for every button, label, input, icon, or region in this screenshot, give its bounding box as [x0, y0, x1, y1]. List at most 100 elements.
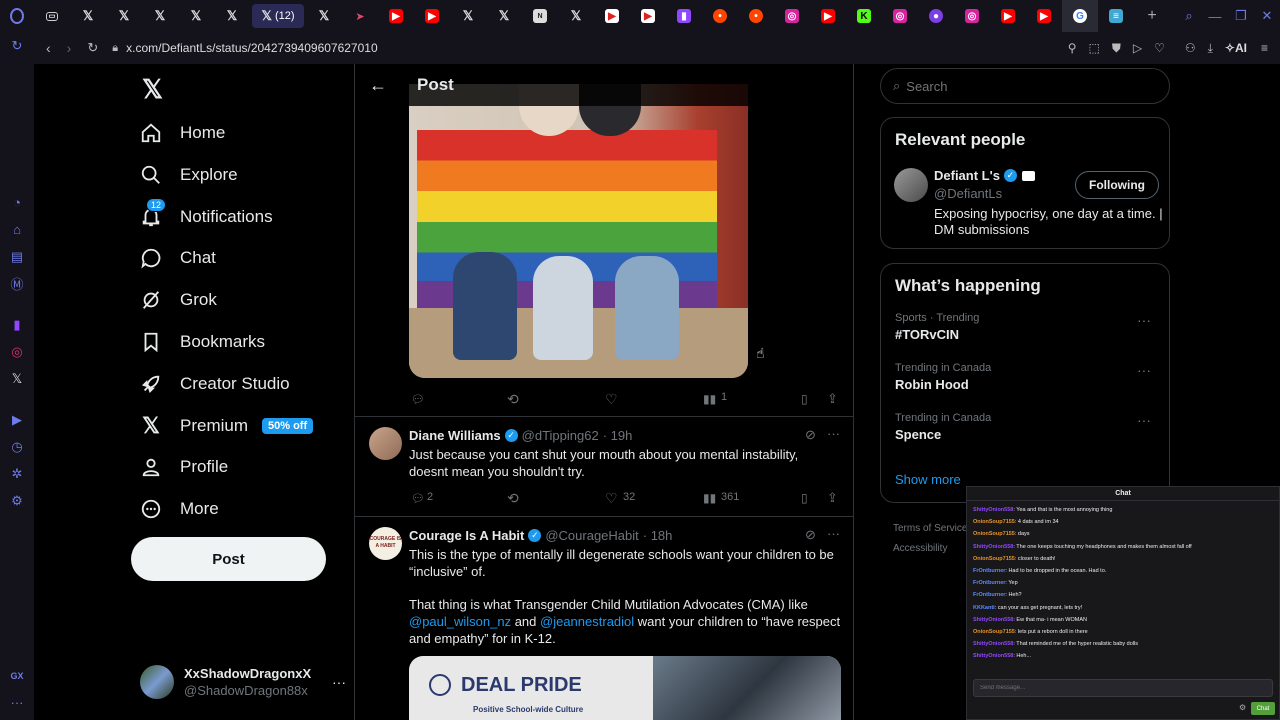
back-arrow-icon[interactable]: ← — [369, 75, 387, 96]
settings-icon[interactable]: ⚙ — [0, 487, 34, 514]
bag-icon[interactable]: ⌂ — [0, 216, 34, 243]
chat-username[interactable]: ShittyOnion558 — [973, 653, 1013, 659]
nav-item-grok[interactable]: Grok — [140, 280, 217, 320]
tab-app[interactable]: ≡ — [1098, 0, 1134, 32]
tab-x-active[interactable]: 𝕏 (12) — [252, 4, 304, 28]
tab-google[interactable]: G — [1062, 0, 1098, 32]
chat-username[interactable]: ShittyOnion558 — [973, 641, 1013, 647]
close-window-button[interactable]: ✕ — [1254, 0, 1280, 32]
grok-icon[interactable]: ⊘ — [805, 427, 816, 443]
tab-app[interactable]: ● — [918, 0, 954, 32]
nav-item-premium[interactable]: 𝕏 Premium 50% off — [140, 406, 314, 446]
back-icon[interactable]: ‹ — [46, 40, 51, 56]
tab-youtube[interactable]: ▶ — [1026, 0, 1062, 32]
nav-item-home[interactable]: Home — [140, 113, 225, 153]
tab-x[interactable]: 𝕏 — [142, 0, 178, 32]
repost-icon[interactable]: ⟲ — [507, 391, 519, 408]
pin-icon[interactable]: ⚲ — [1068, 41, 1077, 55]
reply-tweet[interactable]: Diane Williams ✓ @dTipping62 · 19h ⊘ ···… — [355, 417, 853, 517]
more-icon[interactable]: ··· — [0, 689, 34, 716]
gx-logo-icon[interactable]: GX — [0, 662, 34, 689]
mention-link[interactable]: @paul_wilson_nz — [409, 614, 511, 629]
x-logo-icon[interactable]: 𝕏 — [142, 74, 163, 105]
tab-news[interactable]: N — [522, 0, 558, 32]
author-handle[interactable]: @CourageHabit — [545, 528, 638, 543]
post-button[interactable]: Post — [131, 537, 326, 581]
views-icon[interactable]: ▮▮ — [703, 491, 716, 505]
nav-item-chat[interactable]: Chat — [140, 238, 216, 278]
timestamp[interactable]: · 18h — [643, 528, 673, 543]
nav-item-bookmarks[interactable]: Bookmarks — [140, 322, 265, 362]
author-name[interactable]: Courage Is A Habit — [409, 528, 524, 543]
tab-x[interactable]: 𝕏 — [450, 0, 486, 32]
bookmark-icon[interactable]: ▯ — [801, 491, 808, 505]
avatar[interactable] — [369, 427, 402, 460]
tab-instagram[interactable]: ◎ — [774, 0, 810, 32]
nav-item-more[interactable]: More — [140, 489, 219, 529]
tab-x[interactable]: 𝕏 — [306, 0, 342, 32]
ai-button[interactable]: ✧AI — [1225, 41, 1247, 55]
chat-username[interactable]: FrOntburner — [973, 580, 1005, 586]
chat-username[interactable]: KKKanti — [973, 605, 995, 611]
profile-icon[interactable]: ⚇ — [1185, 41, 1196, 55]
tab-video[interactable]: ▶ — [630, 0, 666, 32]
twitch-icon[interactable]: ▮ — [0, 311, 34, 338]
views-icon[interactable]: ▮▮ — [703, 392, 716, 406]
person-handle[interactable]: @DefiantLs — [934, 186, 1002, 201]
trend-item[interactable]: Trending in Canada Spence ··· — [895, 412, 1155, 442]
chat-input[interactable] — [973, 679, 1273, 697]
tab-x[interactable]: 𝕏 — [214, 0, 250, 32]
tab-gaming[interactable]: ▭ — [34, 0, 70, 32]
tab-x[interactable]: 𝕏 — [178, 0, 214, 32]
refresh-icon[interactable]: ↻ — [0, 32, 34, 59]
menu-icon[interactable]: ≡ — [1261, 41, 1268, 55]
minimize-button[interactable]: — — [1202, 0, 1228, 32]
gx-corner-icon[interactable]: ▤ — [0, 243, 34, 270]
trend-item[interactable]: Trending in Canada Robin Hood ··· — [895, 362, 1155, 392]
tab-video[interactable]: ▶ — [594, 0, 630, 32]
settings-icon[interactable]: ⚙ — [1239, 703, 1246, 712]
search-box[interactable]: ⌕ — [880, 68, 1170, 104]
like-icon[interactable]: ♡ — [605, 490, 618, 507]
post-image[interactable] — [409, 84, 748, 378]
author-handle[interactable]: @dTipping62 — [522, 428, 599, 443]
more-icon[interactable]: ··· — [1137, 412, 1151, 428]
tab-instagram[interactable]: ◎ — [954, 0, 990, 32]
chat-username[interactable]: ShittyOnion558 — [973, 617, 1013, 623]
tab-x[interactable]: 𝕏 — [558, 0, 594, 32]
maximize-button[interactable]: ❐ — [1228, 0, 1254, 32]
chat-username[interactable]: OnionSoup7155 — [973, 531, 1015, 537]
chat-username[interactable]: OnionSoup7155 — [973, 556, 1015, 562]
gx-control-icon[interactable]: ◔ — [0, 189, 34, 216]
reload-icon[interactable]: ↻ — [87, 40, 98, 56]
x-logo-icon[interactable]: 𝕏 — [0, 365, 34, 392]
forward-icon[interactable]: › — [67, 40, 72, 56]
terms-link[interactable]: Terms of Service — [893, 519, 967, 539]
extensions-icon[interactable]: ✲ — [0, 460, 34, 487]
url-field[interactable]: x.com/DefiantLs/status/20427394096076270… — [126, 41, 378, 55]
player-icon[interactable]: ▶ — [0, 406, 34, 433]
author-name[interactable]: Diane Williams — [409, 428, 501, 443]
tab-youtube[interactable]: ▶ — [810, 0, 846, 32]
tab-youtube[interactable]: ▶ — [990, 0, 1026, 32]
new-tab-button[interactable]: + — [1134, 0, 1170, 32]
tab-x[interactable]: 𝕏 — [70, 0, 106, 32]
more-icon[interactable]: ··· — [332, 674, 346, 690]
tab-shark[interactable]: ➤ — [342, 0, 378, 32]
more-icon[interactable]: ··· — [827, 526, 840, 541]
show-more-link[interactable]: Show more — [895, 472, 961, 487]
trend-item[interactable]: Sports · Trending #TORvCIN ··· — [895, 312, 1155, 342]
mention-link[interactable]: @jeannestradiol — [540, 614, 634, 629]
person-name[interactable]: Defiant L's — [934, 168, 1000, 183]
chat-username[interactable]: ShittyOnion558 — [973, 507, 1013, 513]
tab-youtube[interactable]: ▶ — [414, 0, 450, 32]
chat-username[interactable]: ShittyOnion558 — [973, 544, 1013, 550]
account-switcher[interactable]: XxShadowDragonxX @ShadowDragon88x ··· — [140, 662, 346, 702]
like-icon[interactable]: ♡ — [605, 391, 618, 408]
player-icon[interactable]: ▷ — [1133, 41, 1142, 55]
opera-gx-logo-icon[interactable] — [0, 0, 34, 32]
mail-icon[interactable]: Ⓜ — [0, 270, 34, 297]
nav-item-notifications[interactable]: 12 Notifications — [140, 197, 273, 237]
more-icon[interactable]: ··· — [827, 426, 840, 441]
more-icon[interactable]: ··· — [1137, 312, 1151, 328]
